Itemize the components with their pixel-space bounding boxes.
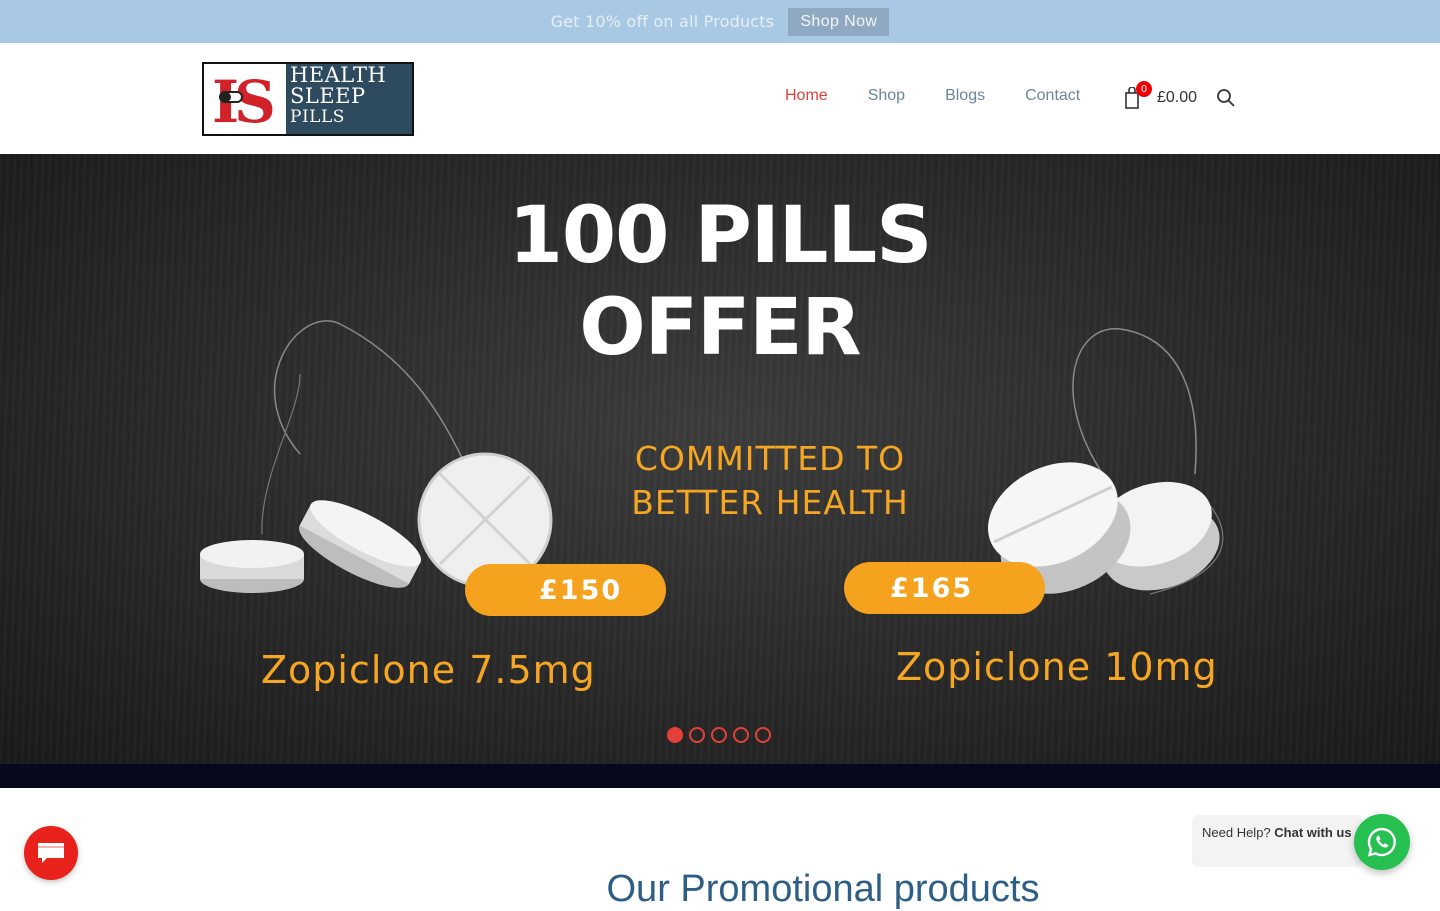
search-icon[interactable] xyxy=(1216,88,1236,108)
logo-mark-icon: I S xyxy=(204,64,286,134)
cart-count-badge: 0 xyxy=(1136,81,1152,97)
whatsapp-button[interactable] xyxy=(1354,814,1410,870)
product-name: Zopiclone 7.5mg xyxy=(261,648,596,692)
site-header: I S HEALTH SLEEP PILLS Home Shop Blogs C… xyxy=(0,43,1440,154)
slider-dot-4[interactable] xyxy=(733,727,749,743)
shop-now-button[interactable]: Shop Now xyxy=(788,7,890,36)
hero-subtitle: COMMITTED TO BETTER HEALTH xyxy=(570,437,970,525)
slider-dot-3[interactable] xyxy=(711,727,727,743)
cart-widget[interactable]: 0 £0.00 xyxy=(1124,81,1204,117)
logo-line-3: PILLS xyxy=(290,107,345,127)
logo-wordmark: HEALTH SLEEP PILLS xyxy=(286,64,412,134)
chat-bubble-icon xyxy=(38,843,64,863)
help-bold: Chat with us xyxy=(1274,825,1352,840)
nav-contact[interactable]: Contact xyxy=(1025,87,1080,105)
price-badge: £165 xyxy=(844,562,1045,614)
promo-text: Get 10% off on all Products xyxy=(550,12,775,31)
nav-shop[interactable]: Shop xyxy=(868,87,905,105)
slider-dot-2[interactable] xyxy=(689,727,705,743)
hero-subtitle-line-2: BETTER HEALTH xyxy=(631,483,909,522)
help-prefix: Need Help? xyxy=(1202,825,1271,840)
section-title: Our Promotional products xyxy=(606,868,1040,910)
hero-title-line-1: 100 PILLS xyxy=(508,191,933,281)
cart-total: £0.00 xyxy=(1157,89,1198,106)
live-chat-button[interactable] xyxy=(24,826,78,880)
hero-title-line-2: OFFER xyxy=(579,283,861,373)
hero-title: 100 PILLS OFFER xyxy=(0,190,1440,374)
hero-bottom-band xyxy=(0,764,1440,788)
price-badge: £150 xyxy=(465,564,666,616)
promo-bar: Get 10% off on all Products Shop Now xyxy=(0,0,1440,43)
main-nav: Home Shop Blogs Contact xyxy=(785,87,1080,105)
whatsapp-help-text[interactable]: Need Help? Chat with us xyxy=(1192,815,1362,867)
hero-subtitle-line-1: COMMITTED TO xyxy=(634,439,906,478)
site-logo[interactable]: I S HEALTH SLEEP PILLS xyxy=(202,62,414,136)
slider-dot-1[interactable] xyxy=(667,727,683,743)
slider-dots xyxy=(667,727,771,743)
slider-dot-5[interactable] xyxy=(755,727,771,743)
nav-home[interactable]: Home xyxy=(785,87,828,105)
nav-blogs[interactable]: Blogs xyxy=(945,87,985,105)
product-name: Zopiclone 10mg xyxy=(896,645,1218,689)
hero-slider[interactable]: 100 PILLS OFFER COMMITTED TO BETTER HEAL… xyxy=(0,154,1440,764)
logo-line-1: HEALTH xyxy=(290,63,387,87)
whatsapp-icon xyxy=(1367,827,1396,857)
logo-line-2: SLEEP xyxy=(290,84,366,108)
